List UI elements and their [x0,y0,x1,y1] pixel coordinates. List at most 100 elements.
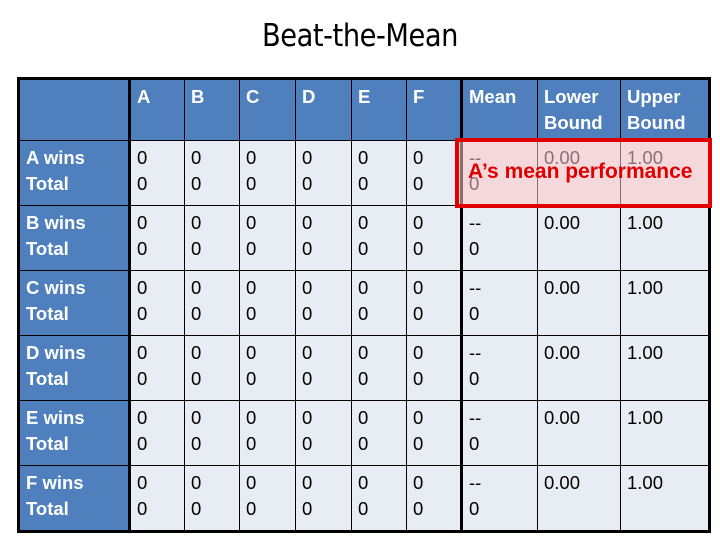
total-value: 0 [191,498,202,519]
cell-f-vs-d: 00 [295,465,352,532]
wins-value: 0 [302,147,313,168]
col-header-c: C [239,78,296,141]
row-label: C wins Total [18,270,131,336]
cell-d-vs-d: 00 [295,335,352,401]
cell-f-vs-a: 00 [129,465,185,532]
row-label-wins: C wins [26,277,86,298]
cell-a-vs-f: 00 [406,140,462,206]
total-value: 0 [246,303,257,324]
cell-e-vs-c: 00 [239,400,296,466]
wins-value: 0 [191,472,202,493]
total-value: 0 [302,173,313,194]
lower-bound-cell: 0.00 [537,335,621,401]
row-label-wins: F wins [26,472,84,493]
cell-b-vs-f: 00 [406,205,462,271]
row-label: E wins Total [18,400,131,466]
cell-e-vs-a: 00 [129,400,185,466]
mean-value: -- [469,342,482,363]
cell-b-vs-c: 00 [239,205,296,271]
mean-total: 0 [469,303,480,324]
col-header-a: A [129,78,185,141]
table-row-e: E wins Total 0 0 0 0 0 0 0 0 0 0 0 0 -- 0 0.00 1.00 [18,400,710,466]
total-value: 0 [358,368,369,389]
wins-value: 0 [246,212,257,233]
total-value: 0 [246,173,257,194]
row-label-wins: E wins [26,407,85,428]
cell-d-vs-a: 00 [129,335,185,401]
wins-value: 0 [413,342,424,363]
col-header-upper-bound: Upper Bound [620,78,710,141]
total-value: 0 [137,303,148,324]
wins-value: 0 [191,407,202,428]
corner-header [18,78,131,141]
table-row-b: B wins Total 0 0 0 0 0 0 0 0 0 0 0 0 -- 0 0.00 1.00 [18,205,710,271]
mean-total: 0 [469,238,480,259]
cell-f-vs-e: 00 [351,465,407,532]
cell-d-vs-c: 00 [239,335,296,401]
wins-value: 0 [358,342,369,363]
wins-value: 0 [246,407,257,428]
cell-a-vs-d: 00 [295,140,352,206]
total-value: 0 [358,238,369,259]
cell-f-vs-c: 00 [239,465,296,532]
table-row-d: D wins Total 0 0 0 0 0 0 0 0 0 0 0 0 -- 0 0.00 1.00 [18,335,710,401]
total-value: 0 [137,498,148,519]
total-value: 0 [191,368,202,389]
wins-value: 0 [358,277,369,298]
total-value: 0 [191,238,202,259]
col-header-mean: Mean [460,78,538,141]
wins-value: 0 [137,147,148,168]
total-value: 0 [358,498,369,519]
mean-total: 0 [469,368,480,389]
mean-cell: -- 0 [460,270,538,336]
mean-value: -- [469,472,482,493]
wins-value: 0 [358,212,369,233]
cell-c-vs-f: 00 [406,270,462,336]
col-header-d: D [295,78,352,141]
row-label: D wins Total [18,335,131,401]
cell-d-vs-f: 00 [406,335,462,401]
total-value: 0 [137,368,148,389]
wins-value: 0 [413,407,424,428]
cell-a-vs-c: 00 [239,140,296,206]
total-value: 0 [137,433,148,454]
total-value: 0 [191,173,202,194]
mean-cell: -- 0 [460,335,538,401]
row-label-total: Total [26,173,69,194]
total-value: 0 [137,238,148,259]
total-value: 0 [246,238,257,259]
cell-b-vs-a: 00 [129,205,185,271]
cell-c-vs-d: 00 [295,270,352,336]
annotation-label: A’s mean performance [468,160,693,183]
cell-e-vs-b: 00 [184,400,240,466]
upper-bound-cell: 1.00 [620,400,710,466]
mean-cell: -- 0 [460,465,538,532]
total-value: 0 [302,368,313,389]
cell-f-vs-f: 00 [406,465,462,532]
lower-bound-cell: 0.00 [537,465,621,532]
total-value: 0 [413,498,424,519]
lower-bound-cell: 0.00 [537,205,621,271]
row-label-total: Total [26,368,69,389]
wins-value: 0 [191,277,202,298]
wins-value: 0 [137,472,148,493]
wins-value: 0 [413,212,424,233]
mean-value: -- [469,212,482,233]
wins-value: 0 [302,277,313,298]
row-label: B wins Total [18,205,131,271]
wins-value: 0 [413,472,424,493]
cell-e-vs-f: 00 [406,400,462,466]
col-header-f: F [406,78,462,141]
total-value: 0 [302,433,313,454]
upper-bound-cell: 1.00 [620,335,710,401]
total-value: 0 [358,303,369,324]
cell-b-vs-d: 00 [295,205,352,271]
row-label: F wins Total [18,465,131,532]
lower-bound-cell: 0.00 [537,400,621,466]
upper-bound-cell: 1.00 [620,465,710,532]
wins-value: 0 [246,147,257,168]
row-label-total: Total [26,498,69,519]
wins-value: 0 [413,147,424,168]
wins-value: 0 [358,147,369,168]
wins-value: 0 [137,212,148,233]
